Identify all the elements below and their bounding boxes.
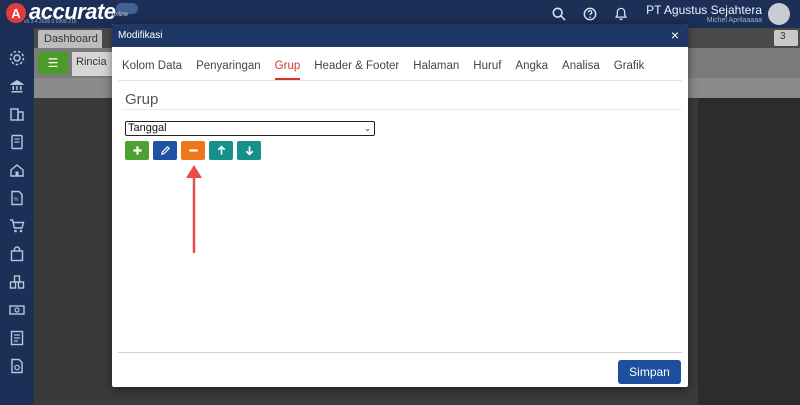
pencil-icon bbox=[160, 145, 170, 155]
notification-bell-icon[interactable] bbox=[614, 7, 628, 21]
avatar[interactable] bbox=[768, 3, 790, 25]
inventory-icon[interactable] bbox=[9, 274, 25, 290]
footer-divider bbox=[118, 352, 682, 353]
svg-text:%: % bbox=[14, 197, 19, 203]
minus-icon bbox=[188, 149, 198, 152]
list-menu-button[interactable]: ☰ bbox=[38, 52, 68, 74]
annotation-arrow-icon bbox=[186, 165, 202, 254]
settings-gear-icon[interactable] bbox=[9, 50, 25, 66]
tab-analisa[interactable]: Analisa bbox=[562, 60, 600, 80]
tab-header-footer[interactable]: Header & Footer bbox=[314, 60, 399, 80]
tab-dashboard[interactable]: Dashboard bbox=[38, 30, 102, 48]
shopping-bag-icon[interactable] bbox=[9, 246, 25, 262]
close-button[interactable]: × bbox=[671, 27, 679, 43]
plus-icon bbox=[132, 146, 142, 155]
ledger-book-icon[interactable] bbox=[9, 134, 25, 150]
arrow-up-icon bbox=[217, 145, 225, 155]
document-settings-icon[interactable] bbox=[9, 358, 25, 374]
company-name: PT Agustus Sejahtera bbox=[646, 3, 762, 17]
background-tab-select[interactable]: 3 bbox=[774, 30, 798, 46]
modifikasi-dialog: Modifikasi × Kolom Data Penyaringan Grup… bbox=[112, 24, 688, 387]
chevron-down-icon: ⌄ bbox=[364, 124, 371, 133]
app-version: v5.3.4 2026 0 0308 215 bbox=[24, 19, 77, 25]
group-field-value: Tanggal bbox=[128, 122, 167, 134]
logo-mark-icon: A bbox=[6, 3, 26, 23]
cash-icon[interactable] bbox=[9, 302, 25, 318]
asset-icon[interactable] bbox=[9, 162, 25, 178]
background-side-panel bbox=[698, 98, 800, 405]
move-down-button[interactable] bbox=[237, 141, 261, 160]
dialog-title: Modifikasi bbox=[118, 30, 163, 41]
building-icon[interactable] bbox=[9, 106, 25, 122]
section-title: Grup bbox=[125, 91, 159, 108]
arrow-down-icon bbox=[245, 146, 253, 156]
tab-grup[interactable]: Grup bbox=[274, 60, 301, 80]
tab-angka[interactable]: Angka bbox=[515, 60, 548, 80]
logo-online-label: online bbox=[112, 12, 129, 18]
tab-huruf[interactable]: Huruf bbox=[473, 60, 501, 80]
tabs-divider bbox=[118, 80, 682, 81]
dialog-header: Modifikasi × bbox=[112, 24, 688, 47]
group-field-select[interactable]: Tanggal ⌄ bbox=[125, 121, 375, 136]
company-info[interactable]: PT Agustus Sejahtera Michel Aprilaaaaa bbox=[646, 3, 762, 24]
tab-grafik[interactable]: Grafik bbox=[614, 60, 645, 80]
section-divider bbox=[122, 109, 682, 110]
save-button[interactable]: Simpan bbox=[618, 360, 681, 384]
add-group-button[interactable] bbox=[125, 141, 149, 160]
search-icon[interactable] bbox=[552, 7, 566, 21]
tab-penyaringan[interactable]: Penyaringan bbox=[196, 60, 261, 80]
remove-group-button[interactable] bbox=[181, 141, 205, 160]
help-icon[interactable] bbox=[583, 7, 597, 21]
tab-halaman[interactable]: Halaman bbox=[413, 60, 459, 80]
dialog-tabs: Kolom Data Penyaringan Grup Header & Foo… bbox=[122, 60, 658, 80]
sidebar: % bbox=[0, 28, 34, 405]
user-name: Michel Aprilaaaaa bbox=[706, 17, 762, 24]
report-icon[interactable] bbox=[9, 330, 25, 346]
bank-icon[interactable] bbox=[9, 78, 25, 94]
tab-rincian[interactable]: Rincia bbox=[72, 52, 112, 76]
shopping-cart-icon[interactable] bbox=[9, 218, 25, 234]
edit-group-button[interactable] bbox=[153, 141, 177, 160]
tab-kolom-data[interactable]: Kolom Data bbox=[122, 60, 182, 80]
group-action-buttons bbox=[125, 141, 265, 160]
tax-document-icon[interactable]: % bbox=[9, 190, 25, 206]
move-up-button[interactable] bbox=[209, 141, 233, 160]
